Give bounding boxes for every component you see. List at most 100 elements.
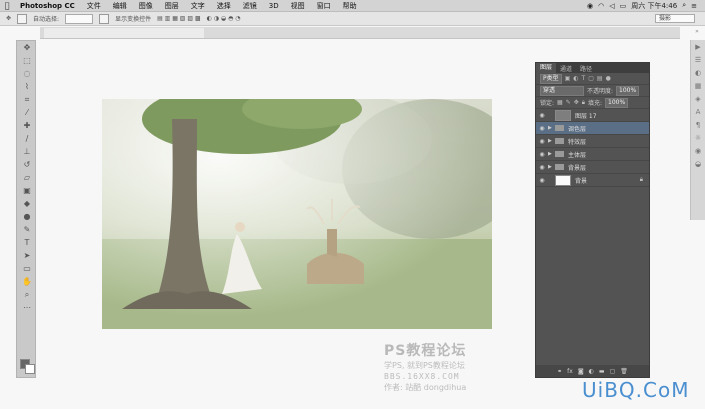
- search-icon[interactable]: ⌕: [682, 1, 686, 10]
- 3d-mode-icons[interactable]: ◐ ◑ ◒ ◓ ◔: [207, 15, 241, 22]
- filter-pixel-icon[interactable]: ▣: [565, 75, 571, 82]
- blend-mode-select[interactable]: 穿透: [540, 85, 584, 96]
- status-icon[interactable]: ◉: [587, 2, 593, 10]
- styles-icon[interactable]: ◉: [691, 144, 705, 157]
- filter-toggle-icon[interactable]: ●: [606, 75, 611, 82]
- shape-tool-icon[interactable]: ▭: [17, 262, 37, 275]
- link-icon[interactable]: ⚭: [557, 368, 562, 375]
- more-tools-icon[interactable]: ⋯: [17, 301, 37, 314]
- filter-smart-icon[interactable]: ▤: [597, 75, 603, 82]
- tab-layers[interactable]: 图层: [536, 63, 557, 73]
- gradient-tool-icon[interactable]: ▣: [17, 184, 37, 197]
- play-icon[interactable]: ▶: [691, 40, 705, 53]
- quick-select-tool-icon[interactable]: ⌇: [17, 80, 37, 93]
- menu-3d[interactable]: 3D: [263, 2, 285, 10]
- auto-select-checkbox[interactable]: [17, 13, 28, 24]
- eye-icon[interactable]: ◉: [536, 151, 548, 158]
- lasso-tool-icon[interactable]: ◌: [17, 67, 37, 80]
- show-transform-checkbox[interactable]: [99, 13, 110, 24]
- layer-row[interactable]: ◉ 背景 🔒︎: [536, 174, 649, 187]
- layer-row[interactable]: ◉ ▶ 主体层: [536, 148, 649, 161]
- volume-icon[interactable]: ◁: [609, 2, 614, 10]
- lock-position-icon[interactable]: ✥: [574, 99, 579, 106]
- filter-adjust-icon[interactable]: ◐: [573, 75, 578, 82]
- menu-app-name[interactable]: Photoshop CC: [14, 2, 81, 10]
- auto-select-dropdown[interactable]: [65, 13, 94, 24]
- tab-paths[interactable]: 路径: [576, 64, 596, 73]
- layer-filter-select[interactable]: P类型: [540, 73, 562, 84]
- fill-input[interactable]: 100%: [605, 97, 629, 108]
- document-tab[interactable]: [44, 28, 204, 38]
- apple-icon[interactable]: : [0, 1, 14, 10]
- healing-brush-tool-icon[interactable]: ✚: [17, 119, 37, 132]
- menu-layer[interactable]: 图层: [159, 1, 185, 11]
- pen-tool-icon[interactable]: ✎: [17, 223, 37, 236]
- color-icon[interactable]: ◐: [691, 66, 705, 79]
- history-icon[interactable]: ☰: [691, 53, 705, 66]
- eye-icon[interactable]: ◉: [536, 177, 548, 184]
- menubar-clock[interactable]: 周六 下午4:46: [631, 1, 677, 11]
- opacity-input[interactable]: 100%: [616, 85, 640, 96]
- menu-select[interactable]: 选择: [211, 1, 237, 11]
- fx-icon[interactable]: fx: [567, 368, 573, 375]
- character-icon[interactable]: A: [691, 105, 705, 118]
- wifi-icon[interactable]: ◠: [598, 2, 604, 10]
- menu-window[interactable]: 窗口: [311, 1, 337, 11]
- adjustment-icon[interactable]: ◐: [589, 368, 594, 375]
- swatches-icon[interactable]: ▦: [691, 79, 705, 92]
- type-tool-icon[interactable]: T: [17, 236, 37, 249]
- layer-row[interactable]: ◉ ▶ 特效层: [536, 135, 649, 148]
- eye-icon[interactable]: ◉: [536, 164, 548, 171]
- expand-arrow-icon[interactable]: ▶: [548, 125, 555, 131]
- trash-icon[interactable]: 🗑︎: [620, 368, 628, 375]
- background-color-swatch[interactable]: [25, 364, 35, 374]
- filter-shape-icon[interactable]: ▢: [588, 75, 594, 82]
- expand-arrow-icon[interactable]: ▶: [548, 164, 555, 170]
- collapse-panels-icon[interactable]: »: [691, 28, 703, 38]
- zoom-tool-icon[interactable]: ⌕: [17, 288, 37, 301]
- expand-arrow-icon[interactable]: ▶: [548, 138, 555, 144]
- lock-paint-icon[interactable]: ✎: [566, 99, 571, 106]
- dodge-tool-icon[interactable]: ●: [17, 210, 37, 223]
- brush-tool-icon[interactable]: ∕: [17, 132, 37, 145]
- menu-edit[interactable]: 编辑: [107, 1, 133, 11]
- crop-tool-icon[interactable]: ⌗: [17, 93, 37, 106]
- folder-icon[interactable]: ▬: [599, 368, 605, 375]
- eyedropper-tool-icon[interactable]: ⁄: [17, 106, 37, 119]
- layer-row-selected[interactable]: ◉ ▶ 调色层: [536, 122, 649, 135]
- align-icons[interactable]: ▤ ▥ ▦ ▧ ▨ ▩: [157, 15, 201, 22]
- menu-help[interactable]: 帮助: [337, 1, 363, 11]
- battery-icon[interactable]: ▭: [620, 2, 627, 10]
- eye-icon[interactable]: ◉: [536, 125, 548, 132]
- menu-filter[interactable]: 滤镜: [237, 1, 263, 11]
- menu-view[interactable]: 视图: [285, 1, 311, 11]
- lock-all-icon[interactable]: 🔒︎: [582, 99, 585, 107]
- paragraph-icon[interactable]: ¶: [691, 118, 705, 131]
- mask-icon[interactable]: ◙: [578, 368, 584, 375]
- marquee-tool-icon[interactable]: ⬚: [17, 54, 37, 67]
- layer-row[interactable]: ◉ 图层 17: [536, 109, 649, 122]
- hand-tool-icon[interactable]: ✋: [17, 275, 37, 288]
- layer-row[interactable]: ◉ ▶ 背景层: [536, 161, 649, 174]
- filter-type-icon[interactable]: T: [582, 75, 586, 82]
- tab-channels[interactable]: 通道: [556, 64, 576, 73]
- history-brush-tool-icon[interactable]: ↺: [17, 158, 37, 171]
- menu-image[interactable]: 图像: [133, 1, 159, 11]
- new-layer-icon[interactable]: ▢: [610, 368, 616, 375]
- layers-icon[interactable]: ◈: [691, 92, 705, 105]
- eye-icon[interactable]: ◉: [536, 138, 548, 145]
- properties-icon[interactable]: ◒: [691, 157, 705, 170]
- eye-icon[interactable]: ◉: [536, 112, 548, 119]
- adjustments-icon[interactable]: ☼: [691, 131, 705, 144]
- list-icon[interactable]: ≡: [691, 2, 697, 10]
- move-tool-icon[interactable]: ✥: [6, 15, 11, 22]
- move-tool-icon[interactable]: ✥: [17, 41, 37, 54]
- menu-file[interactable]: 文件: [81, 1, 107, 11]
- eraser-tool-icon[interactable]: ▱: [17, 171, 37, 184]
- menu-type[interactable]: 文字: [185, 1, 211, 11]
- expand-arrow-icon[interactable]: ▶: [548, 151, 555, 157]
- canvas-image[interactable]: [102, 99, 492, 329]
- path-select-tool-icon[interactable]: ➤: [17, 249, 37, 262]
- blur-tool-icon[interactable]: ◆: [17, 197, 37, 210]
- clone-stamp-tool-icon[interactable]: ⊥: [17, 145, 37, 158]
